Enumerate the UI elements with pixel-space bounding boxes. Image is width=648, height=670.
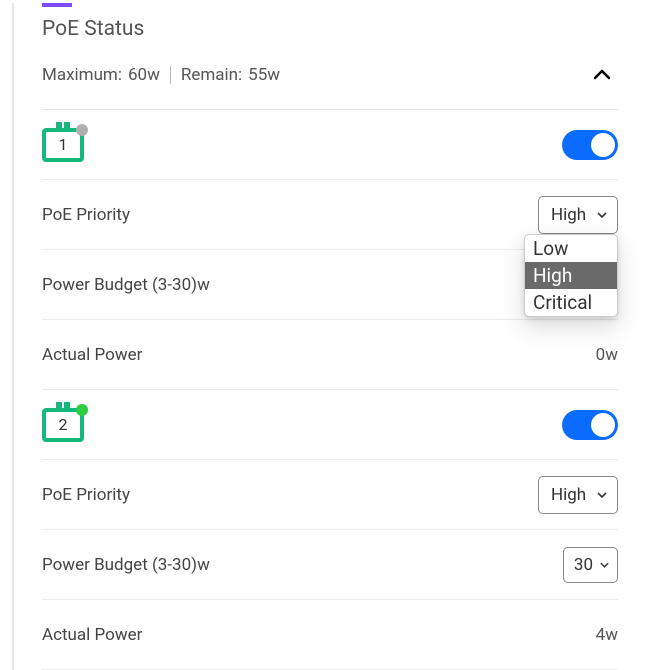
toggle-knob <box>591 133 615 157</box>
summary-row: Maximum: 60w Remain: 55w <box>42 59 618 110</box>
collapse-toggle[interactable] <box>586 59 618 91</box>
port-enable-toggle[interactable] <box>562 130 618 160</box>
separator <box>170 66 171 84</box>
port-icon: 2 <box>42 408 84 442</box>
priority-option-critical[interactable]: Critical <box>525 289 617 316</box>
priority-row: PoE Priority High <box>42 460 618 530</box>
actual-row: Actual Power 4w <box>42 600 618 670</box>
actual-row: Actual Power 0w <box>42 320 618 390</box>
remain-label: Remain: <box>181 65 242 85</box>
status-dot-icon <box>76 404 88 416</box>
port-header-row: 1 <box>42 110 618 180</box>
maximum-label: Maximum: <box>42 65 122 85</box>
summary-text: Maximum: 60w Remain: 55w <box>42 65 280 85</box>
left-rail <box>12 3 14 670</box>
actual-value: 0w <box>596 345 618 365</box>
maximum-value: 60w <box>128 65 160 85</box>
priority-option-low[interactable]: Low <box>525 235 617 262</box>
chevron-down-icon <box>596 489 608 501</box>
status-dot-icon <box>76 124 88 136</box>
budget-select[interactable]: 30 <box>563 547 618 583</box>
priority-label: PoE Priority <box>42 205 130 225</box>
port-enable-toggle[interactable] <box>562 410 618 440</box>
toggle-knob <box>591 413 615 437</box>
port-number: 1 <box>59 135 68 154</box>
chevron-up-icon <box>590 63 614 87</box>
actual-label: Actual Power <box>42 625 142 645</box>
budget-label: Power Budget (3-30)w <box>42 555 210 575</box>
port-number: 2 <box>59 415 68 434</box>
port-indicator: 2 <box>42 408 84 442</box>
chevron-down-icon <box>596 209 608 221</box>
priority-value: High <box>551 205 586 225</box>
priority-select[interactable]: High <box>538 476 618 514</box>
chevron-down-icon <box>599 559 610 570</box>
priority-dropdown[interactable]: Low High Critical <box>524 234 618 317</box>
page-title: PoE Status <box>42 17 618 41</box>
budget-row: Power Budget (3-30)w 30 <box>42 530 618 600</box>
port-header-row: 2 <box>42 390 618 460</box>
priority-value: High <box>551 485 586 505</box>
port-indicator: 1 <box>42 128 84 162</box>
port-icon: 1 <box>42 128 84 162</box>
remain-value: 55w <box>248 65 280 85</box>
budget-label: Power Budget (3-30)w <box>42 275 210 295</box>
accent-bar <box>42 3 72 7</box>
priority-select[interactable]: High <box>538 196 618 234</box>
priority-option-high[interactable]: High <box>525 262 617 289</box>
priority-label: PoE Priority <box>42 485 130 505</box>
actual-label: Actual Power <box>42 345 142 365</box>
budget-value: 30 <box>574 555 593 575</box>
actual-value: 4w <box>596 625 618 645</box>
